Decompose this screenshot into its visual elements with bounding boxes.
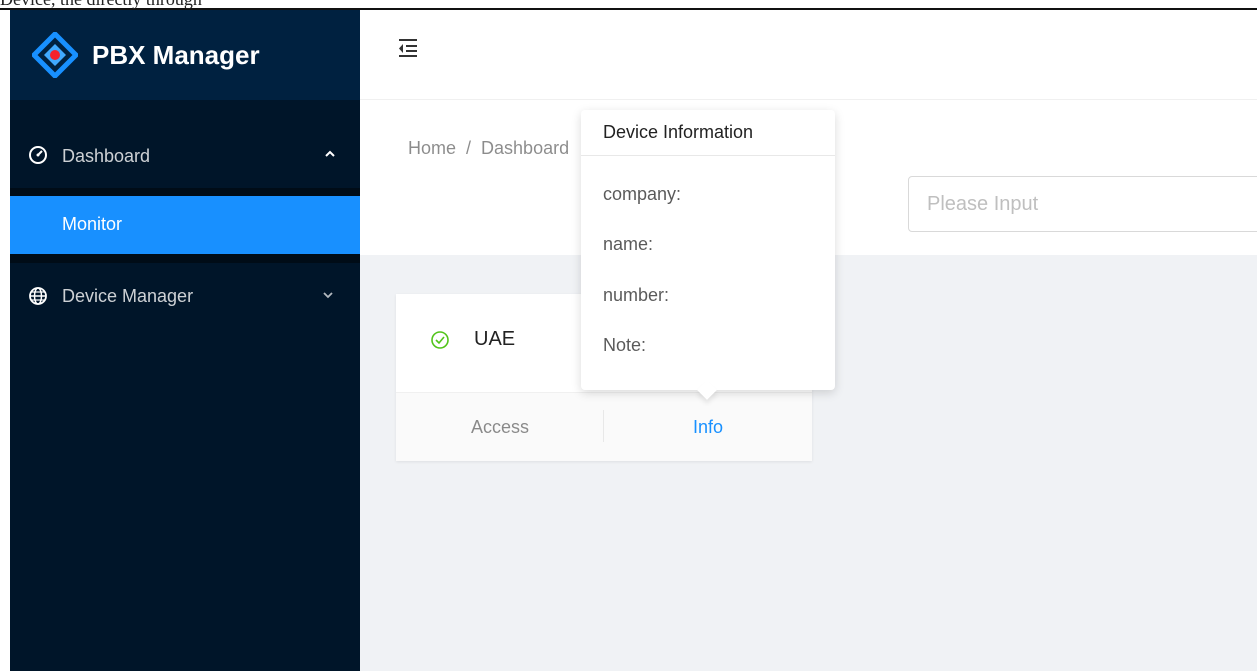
sidebar-item-label: Dashboard [62,146,151,166]
access-button[interactable]: Access [396,393,604,461]
sidebar: PBX Manager Dashboard Monitor Device Man… [10,10,360,671]
app-title: PBX Manager [92,40,260,70]
sidebar-item-label: Monitor [62,214,123,234]
field-number: number: [603,285,670,305]
chevron-down-icon [323,292,333,299]
menu-fold-icon[interactable] [396,36,420,60]
top-frame-edge: Device, the directly through [0,0,1257,10]
card-actions: Access Info [396,393,812,461]
field-company: company: [603,184,682,204]
dashboard-icon [29,146,47,164]
check-circle-icon [431,331,449,349]
logo-icon [32,32,78,78]
popover-title-text: Device Information [603,122,754,142]
top-header [360,10,1257,100]
device-info-popover: Device Information company: name: number… [581,110,835,400]
breadcrumb-separator: / [466,138,472,158]
device-name: UAE [474,328,516,350]
breadcrumb-home[interactable]: Home [408,138,456,158]
globe-icon [29,287,47,305]
field-name: name: [603,234,654,254]
info-button[interactable]: Info [604,393,812,461]
sidebar-item-monitor[interactable]: Monitor [10,196,360,254]
sidebar-item-label: Device Manager [62,286,194,306]
clipped-top-text: Device, the directly through [0,0,202,10]
chevron-up-icon [325,150,335,157]
popover-title: Device Information [581,110,835,156]
breadcrumb: Home / Dashboard [408,138,569,159]
sidebar-item-device-manager[interactable]: Device Manager [10,278,360,318]
breadcrumb-current: Dashboard [481,138,570,158]
sidebar-item-dashboard[interactable]: Dashboard [10,135,360,175]
field-note: Note: [603,335,647,355]
app-logo[interactable]: PBX Manager [10,10,360,100]
search-input[interactable] [908,176,1257,232]
